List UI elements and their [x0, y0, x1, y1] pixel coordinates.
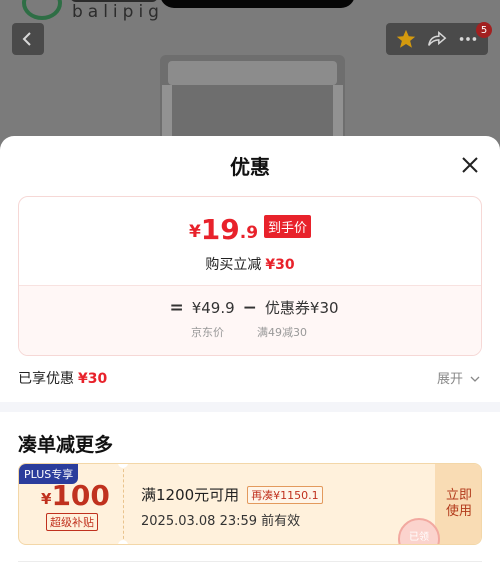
price-currency: ¥	[188, 222, 201, 242]
price-integer: 19	[200, 213, 240, 246]
cart-badge: 5	[476, 22, 492, 38]
sheet-title: 优惠	[230, 155, 270, 179]
condition-text: 满1200元可用	[141, 486, 240, 504]
coupon-condition: 满1200元可用 再凑¥1150.1	[141, 484, 323, 505]
notch-bottom	[118, 540, 128, 544]
price-breakdown-card: ¥ 19 .9 到手价 购买立减 ¥30 = ¥49.9 − 优惠券¥30 京东价…	[18, 196, 482, 356]
coupon-value: 优惠券¥30	[264, 299, 339, 317]
status-notch	[160, 0, 355, 8]
coupon-currency: ¥	[41, 490, 52, 508]
expand-label: 展开	[437, 372, 464, 387]
saving-amount: ¥30	[265, 257, 295, 273]
section-divider	[0, 402, 500, 412]
plus-coupon-card: PLUS专享 ¥ 100 超级补贴 满1200元可用 再凑¥1150.1 202…	[18, 463, 482, 545]
equals-sign: =	[169, 297, 184, 318]
use-now-button[interactable]: 立即使用	[444, 488, 474, 520]
coupon-expiry: 2025.03.08 23:59 前有效	[141, 514, 301, 529]
price-formula: = ¥49.9 − 优惠券¥30	[19, 297, 481, 318]
instant-saving: 购买立减 ¥30	[19, 254, 481, 274]
coupon-amount: 100	[51, 479, 110, 512]
price-decimal: .9	[239, 223, 259, 243]
back-button[interactable]	[12, 23, 44, 55]
saving-label: 购买立减	[205, 257, 262, 273]
final-price-tag: 到手价	[264, 215, 312, 238]
enjoyed-amount: ¥30	[78, 371, 108, 387]
jd-price-label: 京东价	[191, 326, 224, 339]
coupon-value-display: ¥ 100	[41, 480, 110, 512]
subsidy-badge: 超级补贴	[46, 513, 98, 531]
jd-price: ¥49.9	[191, 298, 235, 317]
brand-logo-icon	[22, 0, 62, 20]
star-icon[interactable]	[395, 28, 417, 50]
enjoyed-discount: 已享优惠 ¥30	[18, 368, 107, 388]
brand-logo-text: balipig	[72, 2, 164, 22]
enjoyed-label: 已享优惠	[18, 371, 74, 387]
perforation-line	[123, 464, 124, 544]
chevron-down-icon	[470, 376, 480, 382]
section-title: 凑单减更多	[18, 434, 114, 456]
close-icon[interactable]	[458, 153, 482, 177]
top-toolbar	[386, 23, 488, 55]
back-arrow-icon	[22, 32, 31, 46]
claimed-stamp: 已领	[398, 518, 440, 544]
bottom-divider	[18, 561, 482, 562]
notch-top	[118, 464, 128, 468]
expand-toggle[interactable]: 展开	[437, 368, 480, 387]
formula-area	[19, 285, 481, 355]
add-on-hint: 再凑¥1150.1	[247, 485, 323, 504]
discount-sheet: 优惠 ¥ 19 .9 到手价 购买立减 ¥30 = ¥49.9 − 优惠券¥30 …	[0, 136, 500, 581]
minus-sign: −	[242, 297, 257, 318]
final-price: ¥ 19 .9 到手价	[19, 215, 481, 245]
coupon-rule-label: 满49减30	[257, 326, 307, 339]
share-icon[interactable]	[426, 28, 448, 50]
